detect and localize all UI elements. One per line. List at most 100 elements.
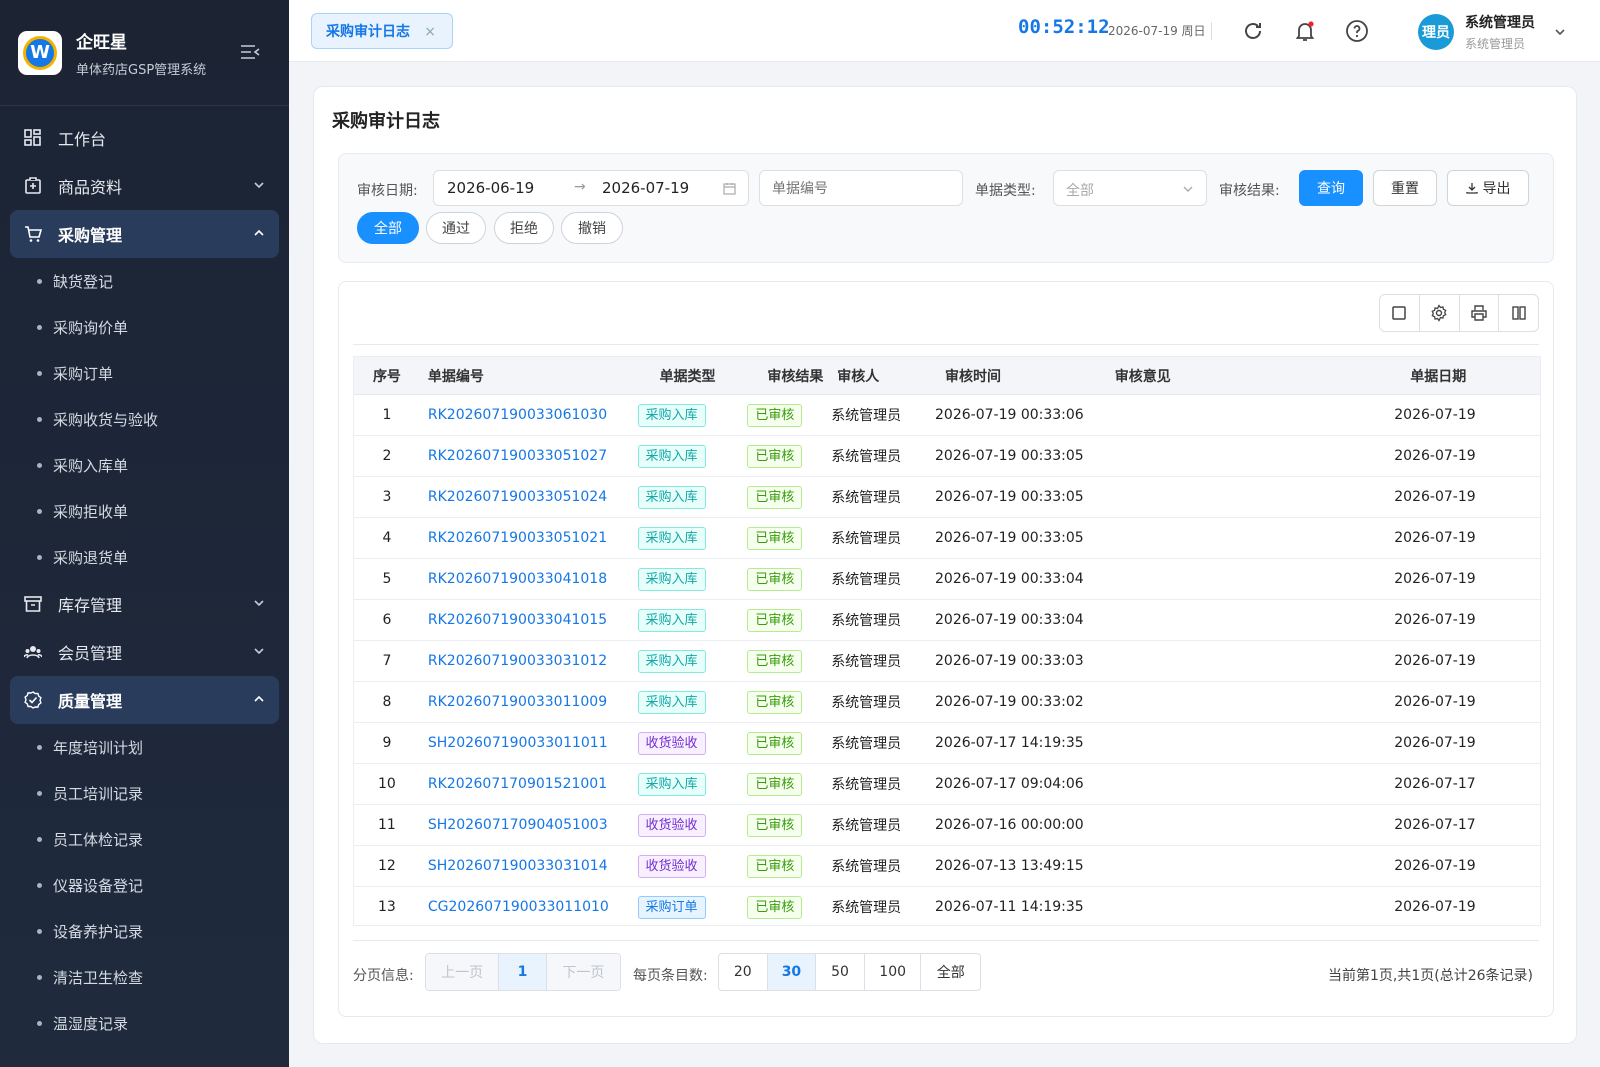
sidebar-subitem[interactable]: 采购退货单 [0,534,289,580]
auditor-cell: 系统管理员 [829,651,927,671]
sidebar-subitem[interactable]: 采购拒收单 [0,488,289,534]
auditor-cell: 系统管理员 [829,610,927,630]
columns-button[interactable] [1499,295,1538,331]
sidebar-subitem[interactable]: 员工培训记录 [0,770,289,816]
auditor: 系统管理员 [831,777,902,793]
doc-type-tag-cell: 收货验收 [630,731,740,755]
auditor: 系统管理员 [831,654,902,670]
page-size-option[interactable]: 30 [767,954,817,990]
sidebar-subitem[interactable]: 采购订单 [0,350,289,396]
sidebar-subitem[interactable]: 缺货登记 [0,258,289,304]
page-size-option[interactable]: 50 [816,954,865,990]
date-start[interactable]: 2026-06-19 [447,179,534,197]
date-end[interactable]: 2026-07-19 [602,179,689,197]
sidebar-subitem[interactable]: 采购入库单 [0,442,289,488]
doc-type-tag-cell: 采购入库 [630,772,740,796]
filter-pill-all[interactable]: 全部 [357,212,419,244]
audit-time: 2026-07-16 00:00:00 [935,817,1084,833]
doc-number-link[interactable]: RK202607190033051021 [428,530,607,546]
sidebar-subitem[interactable]: 温湿度记录 [0,1000,289,1046]
page-size-option[interactable]: 100 [865,954,922,990]
chevron-up-icon [254,695,264,702]
print-button[interactable] [1460,295,1500,331]
date-label: 审核日期: [357,183,418,199]
filter-pill-pass[interactable]: 通过 [426,212,486,244]
refresh-icon[interactable] [1241,19,1265,43]
doc-number-link[interactable]: CG202607190033011010 [428,899,609,915]
doc-number-link[interactable]: RK202607190033031012 [428,653,607,669]
doc-type-tag: 采购入库 [637,567,706,591]
doc-type-tag-cell: 采购入库 [630,690,740,714]
prev-page-button[interactable]: 上一页 [426,954,500,990]
auditor-cell: 系统管理员 [829,446,927,466]
doc-number-link[interactable]: RK202607190033011009 [428,694,607,710]
doc-number-link[interactable]: SH202607190033011011 [428,735,608,751]
doc-date: 2026-07-19 [1394,899,1476,915]
sidebar-item-inventory[interactable]: 库存管理 [10,580,279,628]
avatar[interactable]: 理员 [1418,14,1454,50]
sidebar-item-goods[interactable]: 商品资料 [10,162,279,210]
help-icon[interactable] [1345,19,1369,43]
audit-time-cell: 2026-07-17 09:04:06 [927,776,1103,792]
auditor-cell: 系统管理员 [829,897,927,917]
doc-number-link[interactable]: RK202607170901521001 [428,776,607,792]
close-icon[interactable]: × [424,24,436,40]
doc-date-cell: 2026-07-19 [1362,735,1540,751]
user-name[interactable]: 系统管理员 [1465,12,1535,32]
doc-type-tag-cell: 采购入库 [630,526,740,550]
page-1-button[interactable]: 1 [499,954,547,990]
sidebar-item-quality[interactable]: 质量管理 [10,676,279,724]
row-number: 7 [382,653,392,669]
doc-no-input[interactable] [759,170,963,206]
filter-pill-reject[interactable]: 拒绝 [494,212,554,244]
export-button[interactable]: 导出 [1447,170,1529,206]
doc-number-link[interactable]: RK202607190033041018 [428,571,607,587]
sidebar-item-workbench[interactable]: 工作台 [10,114,279,162]
archive-icon [24,596,42,612]
sidebar-subitem[interactable]: 采购询价单 [0,304,289,350]
chevron-up-icon [254,229,264,236]
audit-result-tag-cell: 已审核 [739,608,829,632]
page-size-option[interactable]: 全部 [921,954,980,990]
sidebar-subitem[interactable]: 年度培训计划 [0,724,289,770]
settings-button[interactable] [1420,295,1460,331]
doc-date: 2026-07-19 [1394,489,1476,505]
doc-type-select[interactable]: 全部 [1053,170,1207,206]
auditor-cell: 系统管理员 [829,774,927,794]
page-size-option[interactable]: 20 [719,954,768,990]
next-page-button[interactable]: 下一页 [546,954,620,990]
sidebar-subitem[interactable]: 清洁卫生检查 [0,954,289,1000]
filter-pill-revoke[interactable]: 撤销 [561,212,623,244]
doc-number-link[interactable]: RK202607190033051027 [428,448,607,464]
row-number-cell: 11 [354,817,420,833]
doc-number-link[interactable]: RK202607190033051024 [428,489,607,505]
doc-number-link[interactable]: RK202607190033041015 [428,612,607,628]
doc-number-link[interactable]: SH202607190033031014 [428,858,608,874]
doc-number-link[interactable]: RK202607190033061030 [428,407,607,423]
audit-time-cell: 2026-07-19 00:33:05 [927,530,1103,546]
sidebar-item-member[interactable]: 会员管理 [10,628,279,676]
query-button[interactable]: 查询 [1299,170,1363,206]
doc-number-link-cell: RK202607190033061030 [420,407,630,423]
tab-purchase-audit-log[interactable]: 采购审计日志 × [311,13,453,49]
audit-result-tag-cell: 已审核 [739,444,829,468]
sidebar-item-purchase[interactable]: 采购管理 [10,210,279,258]
sidebar-subitem[interactable]: 仪器设备登记 [0,862,289,908]
doc-number-link[interactable]: SH202607170904051003 [428,817,608,833]
brand-subtitle: 单体药店GSP管理系统 [76,62,207,78]
chevron-down-icon[interactable] [1554,26,1566,38]
fullscreen-button[interactable] [1380,295,1420,331]
audit-result-tag: 已审核 [747,526,803,550]
date-range-picker[interactable]: 2026-06-19 → 2026-07-19 [433,170,749,206]
bell-icon[interactable] [1293,19,1317,43]
table-row: 8 RK202607190033011009 采购入库 已审核 系统管理员 2026-07… [354,682,1540,723]
reset-button[interactable]: 重置 [1373,170,1437,206]
row-number: 6 [382,612,392,628]
sidebar-subitem[interactable]: 员工体检记录 [0,816,289,862]
auditor: 系统管理员 [831,859,902,875]
sidebar-subitem[interactable]: 采购收货与验收 [0,396,289,442]
audit-time: 2026-07-19 00:33:03 [935,653,1084,669]
sidebar-item-label: 商品资料 [58,178,123,197]
menu-collapse-icon[interactable] [240,44,260,60]
sidebar-subitem[interactable]: 设备养护记录 [0,908,289,954]
